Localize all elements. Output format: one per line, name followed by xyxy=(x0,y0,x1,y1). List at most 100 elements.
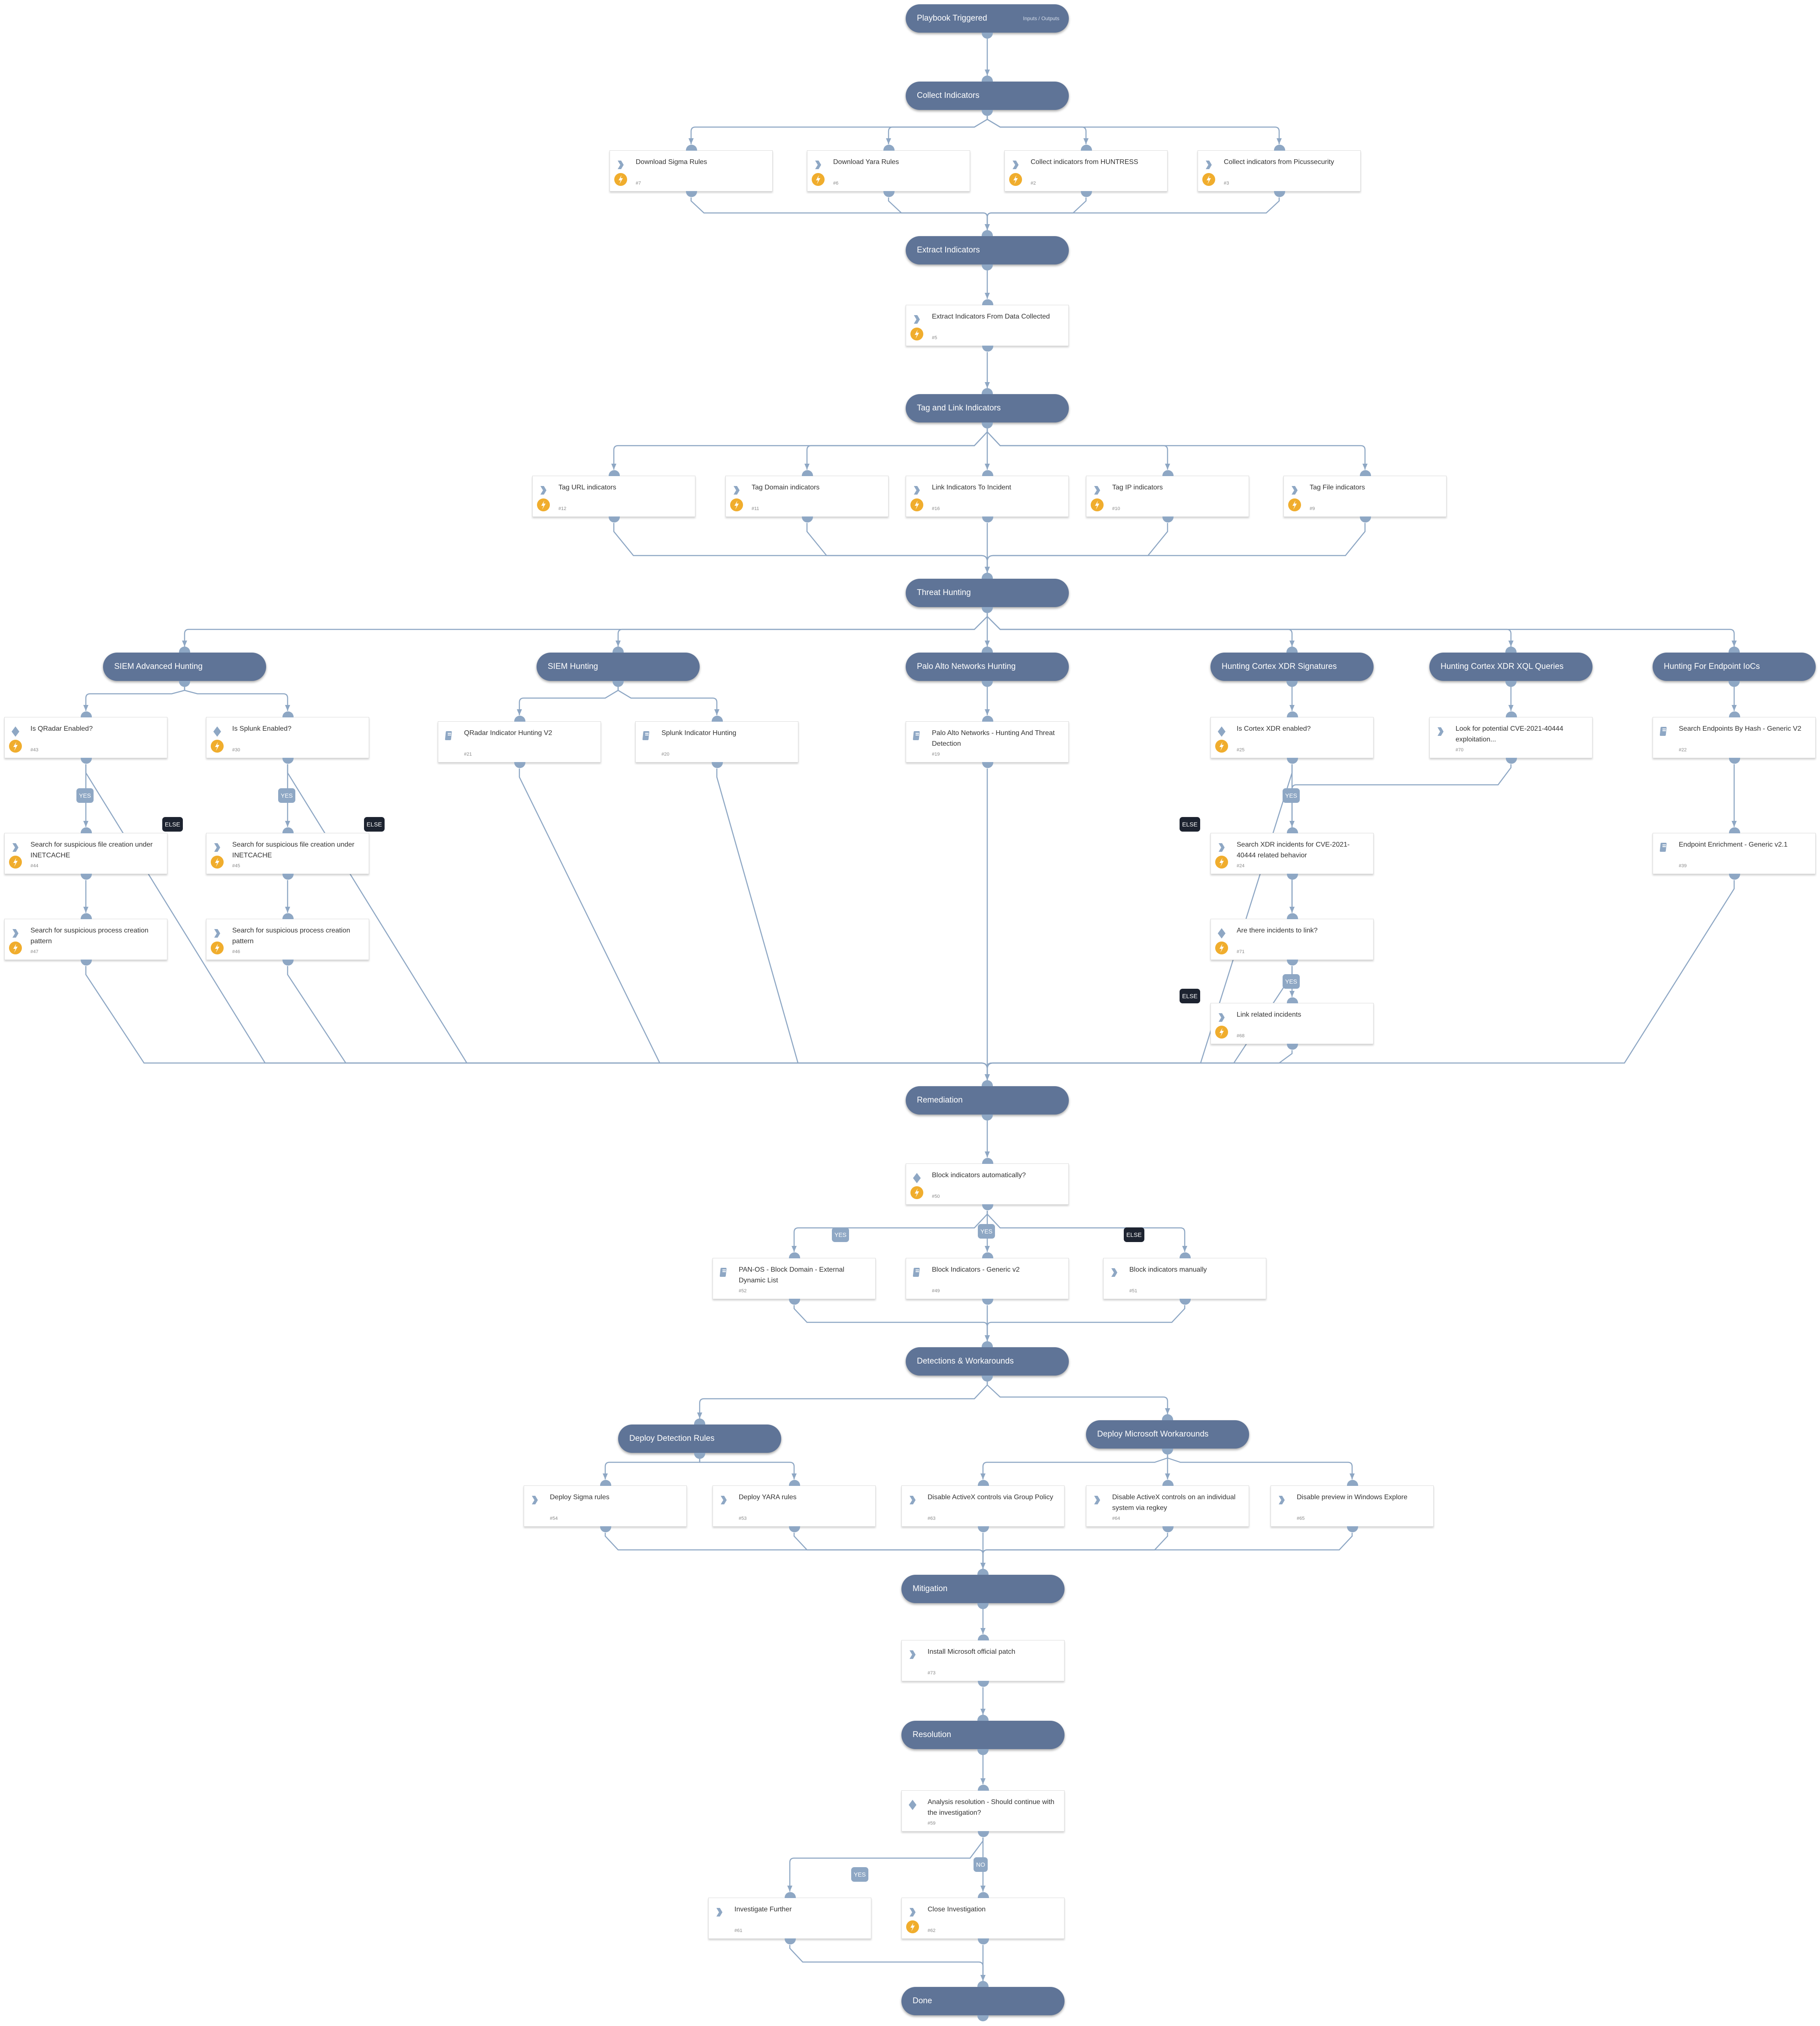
task-card[interactable]: Close Investigation #62 xyxy=(901,1892,1065,1944)
connector-edge[interactable] xyxy=(986,116,1087,144)
section-hunting-cortex-xdr-signatures[interactable]: Hunting Cortex XDR Signatures xyxy=(1210,647,1374,687)
connector-edge[interactable] xyxy=(982,1533,1353,1569)
connector-edge[interactable] xyxy=(986,428,1168,470)
yes-branch-label[interactable]: YES xyxy=(978,1224,995,1239)
task-card[interactable]: Link Indicators To Incident #16 xyxy=(906,470,1069,522)
connector-edge[interactable] xyxy=(986,197,1280,230)
task-card[interactable]: Search XDR incidents for CVE-2021-40444 … xyxy=(1210,827,1374,880)
task-card[interactable]: Search for suspicious process creation p… xyxy=(206,913,369,966)
connector-edge[interactable] xyxy=(986,116,1280,144)
task-card[interactable]: Tag Domain indicators #11 xyxy=(725,470,889,522)
connector-edge[interactable] xyxy=(1167,1455,1353,1479)
connector-edge[interactable] xyxy=(85,687,185,711)
task-card[interactable]: PAN-OS - Block Domain - External Dynamic… xyxy=(713,1252,876,1305)
section-detections-and-workarounds[interactable]: Detections & Workarounds xyxy=(906,1341,1069,1382)
yes-branch-label[interactable]: YES xyxy=(76,788,94,803)
connector-edge[interactable] xyxy=(888,116,988,144)
section-extract-indicators[interactable]: Extract Indicators xyxy=(906,230,1069,270)
task-card[interactable]: Disable ActiveX controls via Group Polic… xyxy=(901,1480,1065,1532)
task-card[interactable]: Analysis resolution - Should continue wi… xyxy=(901,1785,1065,1837)
task-card[interactable]: Investigate Further #61 xyxy=(708,1892,871,1944)
task-card[interactable]: Collect indicators from Picussecurity #3 xyxy=(1198,145,1361,197)
yes-branch-label[interactable]: YES xyxy=(1283,974,1300,989)
connector-edge[interactable] xyxy=(699,1382,988,1419)
task-card[interactable]: QRadar Indicator Hunting V2 #21 xyxy=(438,716,601,768)
task-card[interactable]: Splunk Indicator Hunting #20 xyxy=(635,716,798,768)
connector-edge[interactable] xyxy=(793,1533,984,1569)
connector-edge[interactable] xyxy=(986,1050,1293,1080)
task-card[interactable]: Is Splunk Enabled? #30 xyxy=(206,711,369,764)
task-card[interactable]: Search for suspicious process creation p… xyxy=(4,913,167,966)
connector-edge[interactable] xyxy=(986,523,1168,573)
yes-branch-label[interactable]: YES xyxy=(832,1227,849,1242)
connector-edge[interactable] xyxy=(617,613,988,647)
connector-edge[interactable] xyxy=(699,1459,795,1479)
task-card[interactable]: Is QRadar Enabled? #43 xyxy=(4,711,167,764)
section-done[interactable]: Done xyxy=(901,1981,1065,2021)
task-card[interactable]: Install Microsoft official patch #73 xyxy=(901,1634,1065,1687)
connector-edge[interactable] xyxy=(986,523,1366,573)
connector-edge[interactable] xyxy=(986,1211,1186,1252)
playbook-canvas[interactable]: Playbook Triggered Inputs / Outputs Coll… xyxy=(0,0,1820,2026)
task-card[interactable]: Block indicators manually #51 xyxy=(1103,1252,1266,1305)
connector-edge[interactable] xyxy=(793,1305,988,1341)
section-playbook-triggered[interactable]: Playbook Triggered Inputs / Outputs xyxy=(906,4,1069,39)
connector-edge[interactable] xyxy=(982,1455,1168,1479)
task-card[interactable]: Look for potential CVE-2021-40444 exploi… xyxy=(1429,711,1592,764)
connector-edge[interactable] xyxy=(986,880,1735,1080)
task-card[interactable]: Tag URL indicators #12 xyxy=(532,470,695,522)
connector-edge[interactable] xyxy=(986,1382,1168,1414)
task-card[interactable]: Disable preview in Windows Explore #65 xyxy=(1271,1480,1434,1532)
task-card[interactable]: Block indicators automatically? #50 xyxy=(906,1158,1069,1210)
section-hunting-cortex-xdr-xql-queries[interactable]: Hunting Cortex XDR XQL Queries xyxy=(1429,647,1592,687)
connector-edge[interactable] xyxy=(806,523,988,573)
connector-edge[interactable] xyxy=(793,1211,988,1252)
task-card[interactable]: Search for suspicious file creation unde… xyxy=(206,827,369,880)
section-deploy-microsoft-workarounds[interactable]: Deploy Microsoft Workarounds xyxy=(1086,1414,1249,1455)
task-card[interactable]: Endpoint Enrichment - Generic v2.1 #39 xyxy=(1653,827,1816,880)
connector-edge[interactable] xyxy=(789,1945,984,1981)
section-mitigation[interactable]: Mitigation xyxy=(901,1569,1065,1609)
connector-edge[interactable] xyxy=(617,687,718,715)
connector-edge[interactable] xyxy=(888,197,988,230)
task-card[interactable]: Download Yara Rules #6 xyxy=(807,145,970,197)
section-siem-hunting[interactable]: SIEM Hunting xyxy=(537,647,700,687)
task-card[interactable]: Palo Alto Networks - Hunting And Threat … xyxy=(906,716,1069,768)
connector-edge[interactable] xyxy=(986,613,1735,647)
connector-edge[interactable] xyxy=(690,116,988,144)
section-siem-advanced-hunting[interactable]: SIEM Advanced Hunting xyxy=(103,647,266,687)
connector-edge[interactable] xyxy=(604,1459,701,1479)
connector-edge[interactable] xyxy=(519,687,619,715)
task-card[interactable]: Extract Indicators From Data Collected #5 xyxy=(906,299,1069,352)
else-branch-label[interactable]: ELSE xyxy=(1180,989,1200,1003)
connector-edge[interactable] xyxy=(287,764,988,1080)
connector-edge[interactable] xyxy=(716,768,988,1080)
connector-edge[interactable] xyxy=(519,768,988,1080)
section-resolution[interactable]: Resolution xyxy=(901,1715,1065,1755)
task-card[interactable]: Link related incidents #68 xyxy=(1210,997,1374,1050)
connector-edge[interactable] xyxy=(604,1533,984,1569)
connector-edge[interactable] xyxy=(986,197,1087,230)
connector-edge[interactable] xyxy=(789,1838,984,1892)
connector-edge[interactable] xyxy=(690,197,988,230)
task-card[interactable]: Download Sigma Rules #7 xyxy=(610,145,773,197)
connector-edge[interactable] xyxy=(613,428,988,470)
task-card[interactable]: Tag IP indicators #10 xyxy=(1086,470,1249,522)
else-branch-label[interactable]: ELSE xyxy=(364,817,385,832)
yes-branch-label[interactable]: YES xyxy=(1283,788,1300,803)
yes-branch-label[interactable]: YES xyxy=(851,1867,869,1882)
task-card[interactable]: Tag File indicators #9 xyxy=(1283,470,1447,522)
task-card[interactable]: Collect indicators from HUNTRESS #2 xyxy=(1004,145,1168,197)
else-branch-label[interactable]: ELSE xyxy=(162,817,183,832)
section-tag-and-link-indicators[interactable]: Tag and Link Indicators xyxy=(906,388,1069,428)
connector-edge[interactable] xyxy=(986,1305,1186,1341)
section-palo-alto-networks-hunting[interactable]: Palo Alto Networks Hunting xyxy=(906,647,1069,687)
task-card[interactable]: Disable ActiveX controls on an individua… xyxy=(1086,1480,1249,1532)
section-collect-indicators[interactable]: Collect Indicators xyxy=(906,76,1069,116)
section-hunting-for-endpoint-iocs[interactable]: Hunting For Endpoint IoCs xyxy=(1653,647,1816,687)
else-branch-label[interactable]: ELSE xyxy=(1124,1227,1144,1242)
task-card[interactable]: Block Indicators - Generic v2 #49 xyxy=(906,1252,1069,1305)
task-card[interactable]: Is Cortex XDR enabled? #25 xyxy=(1210,711,1374,764)
connector-edge[interactable] xyxy=(982,1533,1168,1569)
connector-edge[interactable] xyxy=(613,523,988,573)
